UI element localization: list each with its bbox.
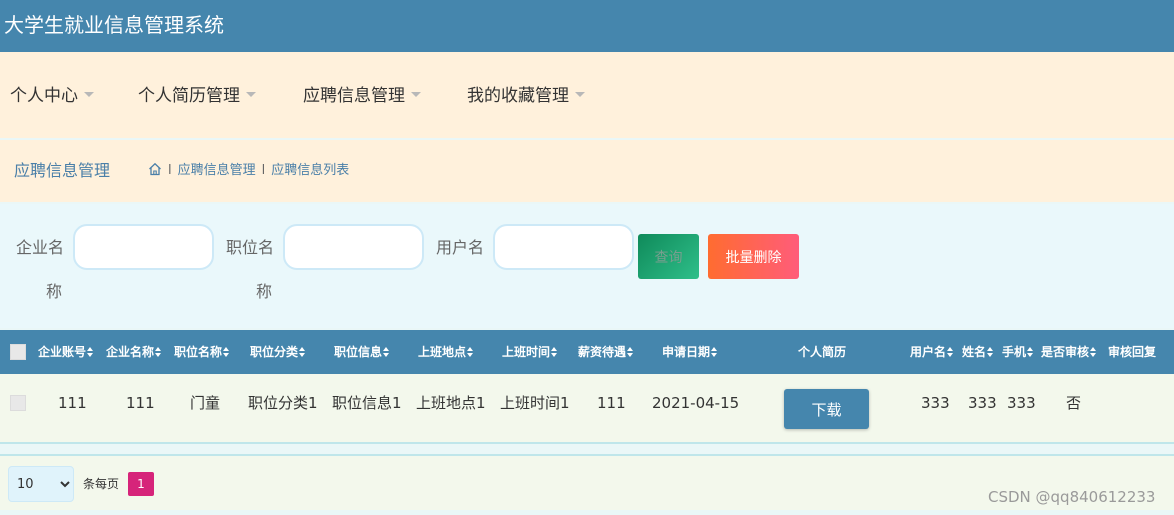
page-button-1[interactable]: 1 xyxy=(128,472,154,496)
cell-reviewed: 否 xyxy=(1066,394,1082,412)
caret-down-icon xyxy=(575,91,585,97)
caret-down-icon xyxy=(411,91,421,97)
column-header-reviewed[interactable]: 是否审核 xyxy=(1041,344,1097,360)
breadcrumb-item-application[interactable]: 应聘信息管理 xyxy=(178,163,256,178)
sort-icon xyxy=(383,347,390,357)
per-page-label: 条每页 xyxy=(83,477,120,491)
main-nav: 个人中心 个人简历管理 应聘信息管理 我的收藏管理 xyxy=(0,52,1174,138)
caret-down-icon xyxy=(84,91,94,97)
breadcrumb-separator: l xyxy=(261,163,266,178)
column-header-work-location[interactable]: 上班地点 xyxy=(418,344,474,360)
column-header-company-account[interactable]: 企业账号 xyxy=(38,344,94,360)
batch-delete-button[interactable]: 批量删除 xyxy=(708,234,799,279)
watermark: CSDN @qq840612233 xyxy=(988,488,1156,506)
position-name-label: 职位名称 xyxy=(226,238,275,301)
column-header-username[interactable]: 用户名 xyxy=(910,344,954,360)
cell-company-account: 111 xyxy=(58,394,87,412)
nav-item-application[interactable]: 应聘信息管理 xyxy=(303,85,421,107)
cell-position-info: 职位信息1 xyxy=(332,394,402,412)
sort-icon xyxy=(551,347,558,357)
column-header-position-name[interactable]: 职位名称 xyxy=(174,344,230,360)
sort-icon xyxy=(627,347,634,357)
sort-icon xyxy=(711,347,718,357)
column-header-salary[interactable]: 薪资待遇 xyxy=(578,344,634,360)
column-header-company-name[interactable]: 企业名称 xyxy=(106,344,162,360)
breadcrumb-item-list: 应聘信息列表 xyxy=(271,163,350,178)
nav-item-personal-center[interactable]: 个人中心 xyxy=(10,85,94,107)
home-icon[interactable] xyxy=(148,162,162,176)
sort-icon xyxy=(87,347,94,357)
column-header-position-category[interactable]: 职位分类 xyxy=(250,344,306,360)
cell-salary: 111 xyxy=(597,394,626,412)
username-input[interactable] xyxy=(493,224,634,270)
column-header-review-reply: 审核回复 xyxy=(1108,345,1157,359)
table-row: 111 111 门童 职位分类1 职位信息1 上班地点1 上班时间1 111 2… xyxy=(0,374,1174,444)
column-header-resume: 个人简历 xyxy=(798,345,847,359)
page-title: 应聘信息管理 xyxy=(14,161,111,180)
sort-icon xyxy=(947,347,954,357)
app-header: 大学生就业信息管理系统 xyxy=(0,0,1174,52)
company-name-label: 企业名称 xyxy=(16,238,65,301)
column-header-name[interactable]: 姓名 xyxy=(962,344,994,360)
username-label: 用户名 xyxy=(436,238,485,257)
cell-phone: 333 xyxy=(1007,394,1036,412)
sort-icon xyxy=(155,347,162,357)
column-header-work-time[interactable]: 上班时间 xyxy=(502,344,558,360)
sort-icon xyxy=(1090,347,1097,357)
cell-company-name: 111 xyxy=(126,394,155,412)
column-header-phone[interactable]: 手机 xyxy=(1002,344,1034,360)
column-header-position-info[interactable]: 职位信息 xyxy=(334,344,390,360)
cell-work-time: 上班时间1 xyxy=(500,394,570,412)
row-checkbox[interactable] xyxy=(10,395,26,411)
search-panel: 企业名称 职位名称 用户名 查询 批量删除 xyxy=(0,204,1174,328)
cell-position-name: 门童 xyxy=(190,394,221,412)
cell-username: 333 xyxy=(921,394,950,412)
cell-work-location: 上班地点1 xyxy=(416,394,486,412)
nav-item-favorites[interactable]: 我的收藏管理 xyxy=(467,85,585,107)
breadcrumb: l 应聘信息管理 l 应聘信息列表 xyxy=(148,161,349,181)
caret-down-icon xyxy=(246,91,256,97)
cell-position-category: 职位分类1 xyxy=(248,394,318,412)
breadcrumb-bar: 应聘信息管理 l 应聘信息管理 l 应聘信息列表 xyxy=(0,140,1174,202)
select-all-checkbox[interactable] xyxy=(10,344,26,360)
sort-icon xyxy=(299,347,306,357)
breadcrumb-separator: l xyxy=(168,163,172,178)
download-resume-button[interactable]: 下载 xyxy=(784,389,869,429)
sort-icon xyxy=(467,347,474,357)
app-title: 大学生就业信息管理系统 xyxy=(4,13,224,37)
sort-icon xyxy=(1027,347,1034,357)
table-header: 企业账号 企业名称 职位名称 职位分类 职位信息 上班地点 上班时间 薪资待遇 … xyxy=(0,330,1174,374)
cell-apply-date: 2021-04-15 xyxy=(652,394,740,412)
query-button[interactable]: 查询 xyxy=(638,234,699,279)
position-name-input[interactable] xyxy=(283,224,424,270)
cell-name: 333 xyxy=(968,394,997,412)
sort-icon xyxy=(987,347,994,357)
page-size-select[interactable]: 10 xyxy=(8,466,74,502)
column-header-apply-date[interactable]: 申请日期 xyxy=(662,344,718,360)
company-name-input[interactable] xyxy=(73,224,214,270)
nav-item-resume[interactable]: 个人简历管理 xyxy=(138,85,256,107)
sort-icon xyxy=(223,347,230,357)
